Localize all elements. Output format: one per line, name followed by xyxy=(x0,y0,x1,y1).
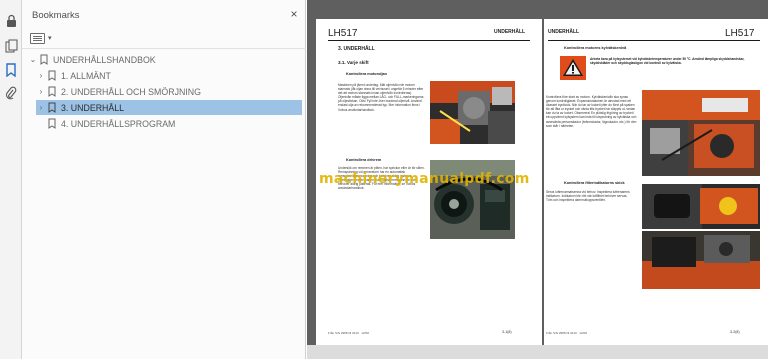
body-text: Maskinen på jämnt underlag. Mät oljenivå… xyxy=(338,83,424,112)
coolant-photo xyxy=(642,90,760,176)
bookmarks-panel: Bookmarks × ▾ ⌄ UNDERHÅLLSHANDBOK › 1. A… xyxy=(22,0,306,359)
page-section: UNDERHÅLL xyxy=(548,29,580,35)
page-model: LH517 xyxy=(725,28,755,39)
warning-icon xyxy=(560,56,586,80)
bookmark-icon[interactable] xyxy=(4,63,18,77)
engine-oil-photo xyxy=(430,81,515,144)
lock-icon[interactable] xyxy=(4,14,18,28)
bookmark-label: 2. UNDERHÅLL OCH SMÖRJNING xyxy=(61,86,201,97)
page-section: UNDERHÅLL xyxy=(494,29,526,35)
bookmark-icon xyxy=(40,54,48,65)
bullet-heading: Kontrollera filterindikatorns skick xyxy=(564,181,625,185)
bookmark-item-root[interactable]: ⌄ UNDERHÅLLSHANDBOK xyxy=(28,52,300,67)
page-number: 3-1(8) xyxy=(502,330,512,334)
bookmark-item-underhall[interactable]: › 3. UNDERHÅLL xyxy=(36,100,302,115)
air-filter-photo xyxy=(642,184,760,229)
chevron-down-icon[interactable]: ⌄ xyxy=(28,55,38,64)
close-icon[interactable]: × xyxy=(287,7,301,21)
bookmark-icon xyxy=(48,118,56,129)
bookmark-icon xyxy=(48,102,56,113)
document-viewer[interactable]: LH517 UNDERHÅLL 3. UNDERHÅLL 3.1. Varje … xyxy=(307,0,768,359)
next-page-edge xyxy=(307,345,768,359)
body-text: Kontrollera före start av motorn. Kylvät… xyxy=(546,95,637,128)
bookmark-icon xyxy=(48,70,56,81)
bookmark-label: 1. ALLMÄNT xyxy=(61,70,111,81)
header-rule xyxy=(328,40,530,41)
warning-text: Arbeta bara på kylsystemet vid kylvätske… xyxy=(590,57,745,66)
panel-title: Bookmarks xyxy=(32,10,80,21)
header-rule xyxy=(548,40,760,41)
options-icon xyxy=(30,32,45,44)
bookmark-label: 4. UNDERHÅLLSPROGRAM xyxy=(61,118,176,129)
page-model: LH517 xyxy=(328,28,358,39)
page-footer: Från S/N 2988 till 3210 · 12/08 xyxy=(328,331,369,335)
body-text: Serva luftrenarmatsenna vid behov. Inspe… xyxy=(546,190,630,203)
divider xyxy=(22,48,306,49)
bookmark-icon xyxy=(48,86,56,97)
chevron-down-icon: ▾ xyxy=(48,35,52,42)
chevron-right-icon[interactable]: › xyxy=(36,71,46,80)
attachment-icon[interactable] xyxy=(4,86,18,100)
copy-pages-icon[interactable] xyxy=(4,39,18,53)
pdf-page-right: UNDERHÅLL LH517 Kontrollera motorns kylv… xyxy=(544,19,768,345)
filter-indicator-photo xyxy=(642,231,760,289)
bullet-heading: Kontrollera motoroljan xyxy=(346,72,387,76)
bullet-heading: Kontrollera drivrem xyxy=(346,158,382,162)
bullet-heading: Kontrollera motorns kylvätskenivå xyxy=(564,46,627,50)
bookmark-item-underhall-smorjning[interactable]: › 2. UNDERHÅLL OCH SMÖRJNING xyxy=(36,84,300,99)
bookmark-options-button[interactable]: ▾ xyxy=(30,31,52,45)
navigation-rail xyxy=(0,0,22,359)
chevron-right-icon[interactable]: › xyxy=(36,87,46,96)
bookmark-item-underhallsprogram[interactable]: 4. UNDERHÅLLSPROGRAM xyxy=(36,116,300,131)
chevron-right-icon[interactable]: › xyxy=(36,103,46,112)
bookmark-label: UNDERHÅLLSHANDBOK xyxy=(53,54,156,65)
bookmark-label: 3. UNDERHÅLL xyxy=(61,102,125,113)
section-heading: 3. UNDERHÅLL xyxy=(338,46,375,52)
bookmark-item-allmant[interactable]: › 1. ALLMÄNT xyxy=(36,68,300,83)
subsection-heading: 3.1. Varje skift xyxy=(338,60,369,65)
page-footer: Från S/N 2988 till 3210 · 12/08 xyxy=(546,331,587,335)
page-number: 3-2(8) xyxy=(730,330,740,334)
watermark: machinerymanualpdf.com xyxy=(319,171,530,187)
